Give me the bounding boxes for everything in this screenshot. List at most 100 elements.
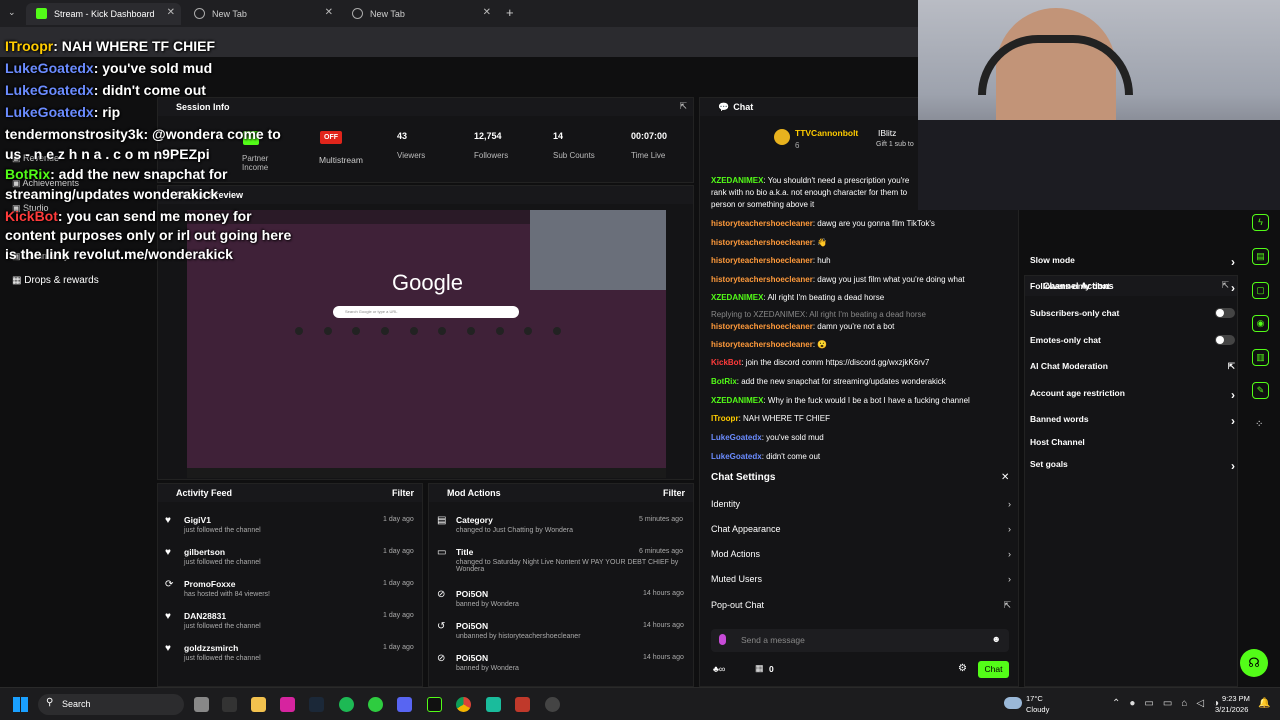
chevron-right-icon: › — [1231, 281, 1235, 295]
steam-icon[interactable] — [309, 697, 324, 712]
new-tab-button[interactable]: + — [506, 5, 514, 20]
channel-action-4[interactable]: AI Chat Moderation ⇱ — [1030, 361, 1235, 372]
tab-kick-dashboard[interactable]: Stream - Kick Dashboard ✕ — [26, 3, 181, 25]
stream-info-icon[interactable]: ▥ — [1252, 349, 1269, 366]
support-icon[interactable]: ☊ — [1240, 649, 1268, 677]
setting-identity[interactable]: Identity › — [711, 499, 1011, 509]
tab-new-tab-2[interactable]: New Tab ✕ — [342, 3, 497, 25]
host-icon: ⟳ — [165, 579, 174, 590]
sidebar-item-drops[interactable]: ▦ Drops & rewards — [12, 275, 99, 286]
stream-preview-video[interactable]: Google Search Google or type a URL — [187, 210, 666, 478]
chat-username[interactable]: historyteachershoecleaner — [711, 219, 813, 228]
chrome-icon[interactable] — [456, 697, 471, 712]
channel-action-6[interactable]: Banned words › — [1030, 414, 1235, 428]
app-green-icon[interactable] — [368, 697, 383, 712]
tab-new-tab-1[interactable]: New Tab ✕ — [184, 3, 339, 25]
close-icon[interactable]: ✕ — [167, 7, 175, 18]
heart-icon: ♥ — [165, 643, 171, 654]
epic-icon[interactable] — [222, 697, 237, 712]
close-icon[interactable]: ✕ — [325, 7, 333, 18]
notification-icon[interactable]: 🔔 — [1258, 698, 1270, 709]
chat-text: : 😮 — [812, 340, 828, 349]
activity-time: 1 day ago — [383, 548, 414, 555]
chat-message: LukeGoatedx: you've sold mud — [711, 433, 824, 442]
setting-mod-actions[interactable]: Mod Actions › — [711, 549, 1011, 559]
tab-list-icon[interactable]: ⌄ — [8, 7, 16, 18]
activity-time: 1 day ago — [383, 644, 414, 651]
setting-muted-users[interactable]: Muted Users › — [711, 574, 1011, 584]
viewers-icon: ♣∞ — [713, 664, 726, 674]
chat-message: BotRix: add the new snapchat for streami… — [711, 377, 946, 386]
app-red-icon[interactable] — [515, 697, 530, 712]
chevron-right-icon: › — [1008, 524, 1011, 534]
chat-send-button[interactable]: Chat — [978, 661, 1009, 678]
tray-icons[interactable]: ⌃●▭▭⌂◁◑ — [1112, 698, 1228, 709]
chat-username[interactable]: LukeGoatedx — [711, 433, 762, 442]
settings-gear-icon[interactable]: ⚙ — [958, 663, 967, 674]
activity-item: goldzzsmirch just followed the channel — [184, 643, 261, 662]
setting-popout-chat[interactable]: Pop-out Chat ⇱ — [711, 600, 1011, 611]
chat-username[interactable]: historyteachershoecleaner — [711, 275, 813, 284]
chat-username[interactable]: historyteachershoecleaner — [711, 238, 813, 247]
taskbar-search[interactable]: ⚲ Search — [38, 694, 184, 715]
activity-item: gilbertson just followed the channel — [184, 547, 261, 566]
channel-action-8[interactable]: Set goals › — [1030, 459, 1235, 473]
clock-date[interactable]: 3/21/2026 — [1215, 705, 1248, 714]
lightning-icon[interactable]: ϟ — [1252, 214, 1269, 231]
channel-action-0[interactable]: Slow mode › — [1030, 255, 1235, 269]
chat-username[interactable]: historyteachershoecleaner — [711, 340, 813, 349]
file-icon[interactable] — [194, 697, 209, 712]
toggle-switch[interactable] — [1215, 308, 1235, 318]
mod-action-item: POi5ON banned by Wondera — [456, 653, 519, 672]
more-icon[interactable]: ⁘ — [1255, 419, 1263, 430]
wrench-icon[interactable]: ✎ — [1252, 382, 1269, 399]
shirt-shape — [918, 120, 1280, 210]
discord-icon[interactable] — [397, 697, 412, 712]
channel-action-1[interactable]: Followers-only chat › — [1030, 281, 1235, 295]
kick-icon[interactable] — [427, 697, 442, 712]
spotify-icon[interactable] — [339, 697, 354, 712]
emote-icon[interactable]: ☻ — [992, 634, 1001, 644]
overlay-chat-user: KickBot — [5, 208, 58, 224]
setting-chat-appearance[interactable]: Chat Appearance › — [711, 524, 1011, 534]
clock-time[interactable]: 9:23 PM — [1222, 694, 1250, 703]
chat-username[interactable]: XZEDANIMEX — [711, 293, 763, 302]
chat-username[interactable]: ITroopr — [711, 414, 739, 423]
overlay-chat-user: LukeGoatedx — [5, 104, 94, 120]
mod-filter-button[interactable]: Filter — [663, 488, 685, 498]
clipboard-icon[interactable]: ▤ — [1252, 248, 1269, 265]
channel-action-2[interactable]: Subscribers-only chat — [1030, 308, 1235, 318]
message-placeholder: Send a message — [741, 635, 805, 645]
channel-action-3[interactable]: Emotes-only chat — [1030, 335, 1235, 345]
weather-icon — [1004, 697, 1022, 709]
folder-icon[interactable] — [251, 697, 266, 712]
app-teal-icon[interactable] — [486, 697, 501, 712]
chat-username[interactable]: LukeGoatedx — [711, 452, 762, 461]
toggle-switch[interactable] — [1215, 335, 1235, 345]
close-icon[interactable]: ✕ — [483, 7, 491, 18]
channel-action-5[interactable]: Account age restriction › — [1030, 388, 1235, 402]
chat-username[interactable]: BotRix — [711, 377, 737, 386]
chat-bubble-icon[interactable]: ▢ — [1252, 282, 1269, 299]
mod-action-time: 14 hours ago — [643, 590, 684, 597]
chat-username[interactable]: historyteachershoecleaner — [711, 322, 813, 331]
chat-username[interactable]: XZEDANIMEX — [711, 396, 763, 405]
obs-icon[interactable] — [545, 697, 560, 712]
ban-icon: ⊘ — [437, 653, 446, 664]
instagram-icon[interactable] — [280, 697, 295, 712]
activity-filter-button[interactable]: Filter — [392, 488, 414, 498]
close-icon[interactable]: ✕ — [1001, 472, 1009, 483]
popout-icon[interactable]: ⇱ — [679, 101, 687, 112]
channel-action-7[interactable]: Host Channel — [1030, 437, 1235, 447]
windows-start-icon[interactable] — [13, 697, 28, 712]
broadcast-icon[interactable]: ◉ — [1252, 315, 1269, 332]
chat-username[interactable]: KickBot — [711, 358, 741, 367]
chat-username[interactable]: historyteachershoecleaner — [711, 256, 813, 265]
stat-time-live: 00:07:00 Time Live — [631, 131, 668, 160]
overlay-chat-text: us - n e z h n a . c o m n9PEZpi — [5, 146, 210, 162]
category-icon: ▤ — [437, 515, 447, 526]
chat-username[interactable]: XZEDANIMEX — [711, 176, 763, 185]
multistream-off-badge[interactable]: OFF — [320, 131, 342, 144]
send-message-input[interactable]: Send a message ☻ — [711, 629, 1009, 652]
overlay-chat-text: is the link revolut.me/wonderakick — [5, 246, 233, 262]
